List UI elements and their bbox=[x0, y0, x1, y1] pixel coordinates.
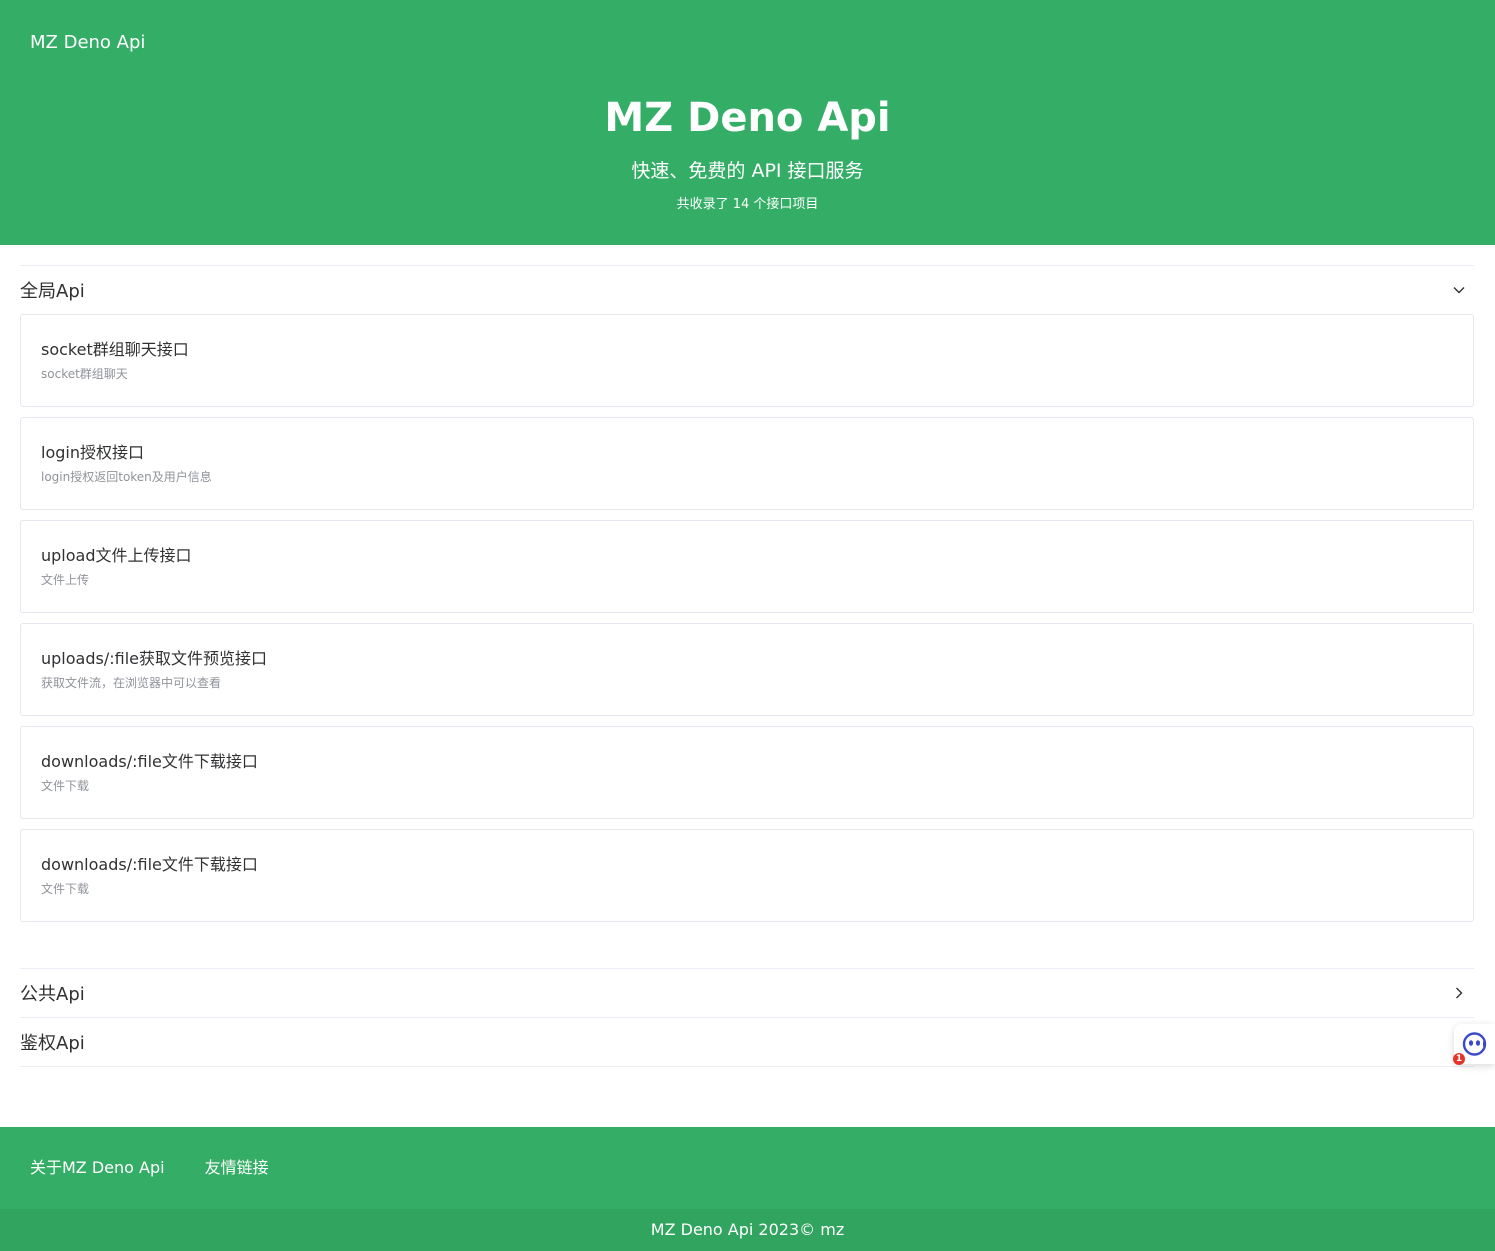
hero-subtitle: 快速、免费的 API 接口服务 bbox=[631, 160, 864, 182]
footer-link-about[interactable]: 关于MZ Deno Api bbox=[30, 1157, 165, 1179]
api-card[interactable]: login授权接口 login授权返回token及用户信息 bbox=[20, 417, 1474, 510]
api-card[interactable]: upload文件上传接口 文件上传 bbox=[20, 520, 1474, 613]
section-header-auth[interactable]: 鉴权Api bbox=[20, 1017, 1474, 1066]
api-collapse-list: 全局Api socket群组聊天接口 socket群组聊天 login授权接口 … bbox=[20, 265, 1474, 1067]
api-card[interactable]: downloads/:file文件下载接口 文件下载 bbox=[20, 829, 1474, 922]
site-footer: 关于MZ Deno Api 友情链接 MZ Deno Api 2023© mz bbox=[0, 1127, 1495, 1251]
api-card-desc: login授权返回token及用户信息 bbox=[41, 470, 212, 484]
api-card-title: login授权接口 bbox=[41, 443, 144, 462]
section-title: 公共Api bbox=[20, 984, 85, 1005]
brand-link[interactable]: MZ Deno Api bbox=[30, 32, 145, 54]
chevron-down-icon bbox=[1452, 283, 1466, 297]
api-card-desc: 文件上传 bbox=[41, 573, 90, 587]
section-title: 全局Api bbox=[20, 281, 85, 302]
api-card-desc: 文件下载 bbox=[41, 882, 90, 896]
api-card-title: upload文件上传接口 bbox=[41, 546, 192, 565]
section-header-public[interactable]: 公共Api bbox=[20, 968, 1474, 1017]
assistant-bot-icon bbox=[1461, 1032, 1488, 1060]
divider bbox=[20, 1066, 1474, 1067]
api-card-desc: socket群组聊天 bbox=[41, 367, 128, 381]
api-card[interactable]: downloads/:file文件下载接口 文件下载 bbox=[20, 726, 1474, 819]
footer-link-friends[interactable]: 友情链接 bbox=[205, 1157, 269, 1179]
api-card-title: socket群组聊天接口 bbox=[41, 340, 189, 359]
footer-links: 关于MZ Deno Api 友情链接 bbox=[30, 1157, 269, 1179]
api-card-desc: 获取文件流，在浏览器中可以查看 bbox=[41, 676, 222, 690]
api-card-title: uploads/:file获取文件预览接口 bbox=[41, 649, 267, 668]
api-card-title: downloads/:file文件下载接口 bbox=[41, 855, 258, 874]
notification-badge: 1 bbox=[1453, 1053, 1465, 1065]
api-card[interactable]: uploads/:file获取文件预览接口 获取文件流，在浏览器中可以查看 bbox=[20, 623, 1474, 716]
chevron-right-icon bbox=[1452, 986, 1466, 1000]
copyright-text: MZ Deno Api 2023© mz bbox=[0, 1209, 1495, 1251]
api-card-desc: 文件下载 bbox=[41, 779, 90, 793]
hero-title: MZ Deno Api bbox=[604, 95, 891, 141]
api-count-text: 共收录了 14 个接口项目 bbox=[676, 197, 819, 212]
section-header-global[interactable]: 全局Api bbox=[20, 265, 1474, 314]
assistant-float-button[interactable]: 1 bbox=[1453, 1024, 1495, 1065]
section-body-global: socket群组聊天接口 socket群组聊天 login授权接口 login授… bbox=[20, 314, 1474, 968]
api-card[interactable]: socket群组聊天接口 socket群组聊天 bbox=[20, 314, 1474, 407]
site-header: MZ Deno Api MZ Deno Api 快速、免费的 API 接口服务 … bbox=[0, 0, 1495, 245]
section-title: 鉴权Api bbox=[20, 1033, 85, 1054]
api-card-title: downloads/:file文件下载接口 bbox=[41, 752, 258, 771]
